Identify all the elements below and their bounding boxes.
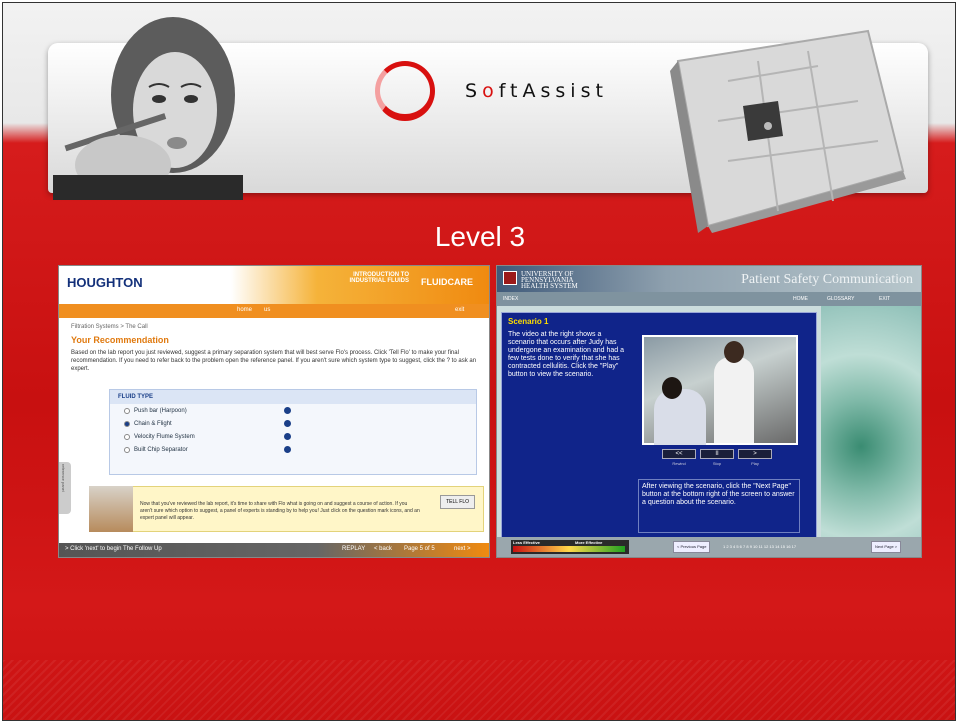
page-indicator: Page 5 of 5 <box>404 546 435 552</box>
reference-panel-label: reference panel <box>61 464 66 492</box>
houghton-course-screenshot: HOUGHTON INTRODUCTION TO INDUSTRIAL FLUI… <box>58 265 490 558</box>
decorative-side-image <box>821 306 921 540</box>
doctor-figure <box>714 357 754 443</box>
help-question-icon[interactable] <box>284 433 291 440</box>
penn-nav: INDEX HOME GLOSSARY EXIT <box>497 292 921 306</box>
houghton-logo: HOUGHTON <box>67 275 143 290</box>
breadcrumb: Filtration Systems > The Call <box>71 324 148 330</box>
meter-label-more: More Effective <box>575 540 603 545</box>
play-label: Play <box>751 461 759 466</box>
patient-head <box>662 377 682 399</box>
help-question-icon[interactable] <box>284 446 291 453</box>
course-title: Patient Safety Communication <box>741 272 913 287</box>
nav-index[interactable]: INDEX <box>503 296 518 302</box>
next-hint: > Click 'next' to begin The Follow Up <box>65 546 162 552</box>
course-footer: > Click 'next' to begin The Follow Up RE… <box>59 543 489 557</box>
expert-callout: Now that you've reviewed the lab report,… <box>89 486 484 532</box>
nav-exit[interactable]: exit <box>455 307 464 313</box>
help-question-icon[interactable] <box>284 407 291 414</box>
level-title: Level 3 <box>434 221 526 252</box>
stop-label: Stop <box>712 461 722 466</box>
penn-footer: Less Effective More Effective < Previous… <box>497 537 921 557</box>
option-label: Velocity Flume System <box>134 433 195 440</box>
nav-home[interactable]: HOME <box>793 296 808 302</box>
course-content: Filtration Systems > The Call Your Recom… <box>59 318 489 389</box>
stop-button[interactable]: II <box>700 449 734 459</box>
radio-button[interactable] <box>124 407 130 414</box>
option-label: Chain & Flight <box>134 420 172 427</box>
nav-home[interactable]: home <box>237 307 252 313</box>
logo-ring-icon <box>375 61 435 121</box>
background-hatch <box>3 660 955 720</box>
expert-message: Now that you've reviewed the lab report,… <box>140 501 420 521</box>
next-page-button[interactable]: Next Page > <box>871 541 902 553</box>
radio-button[interactable] <box>124 446 130 453</box>
scenario-text: The video at the right shows a scenario … <box>508 331 624 378</box>
replay-button[interactable]: REPLAY <box>342 546 365 552</box>
page-heading: Your Recommendation <box>71 335 169 345</box>
patient-figure <box>654 389 706 445</box>
previous-page-button[interactable]: < Previous Page <box>673 541 711 553</box>
option-row[interactable]: Built Chip Separator <box>110 443 476 456</box>
meter-label-less: Less Effective <box>513 540 540 545</box>
reference-panel-tab[interactable]: reference panel <box>59 462 71 514</box>
radio-button[interactable] <box>124 433 130 440</box>
fluid-type-panel: FLUID TYPE Push bar (Harpoon) Chain & Fl… <box>109 389 477 475</box>
tell-flo-button[interactable]: TELL FLO <box>440 495 475 509</box>
effectiveness-meter: Less Effective More Effective <box>511 540 629 554</box>
rewind-button[interactable]: << <box>662 449 696 459</box>
video-controls: << II > <box>662 449 772 459</box>
logo-text: SoftAssist <box>465 80 608 102</box>
course-title: INTRODUCTION TO INDUSTRIAL FLUIDS <box>349 272 409 284</box>
instruction-text: Based on the lab report you just reviewe… <box>71 350 477 372</box>
option-row[interactable]: Velocity Flume System <box>110 430 476 443</box>
next-button[interactable]: next > <box>454 546 471 552</box>
back-button[interactable]: < back <box>374 546 392 552</box>
university-name: UNIVERSITY OF PENNSYLVANIA HEALTH SYSTEM <box>521 270 578 290</box>
option-row[interactable]: Push bar (Harpoon) <box>110 404 476 417</box>
after-viewing-text: After viewing the scenario, click the "N… <box>638 479 800 533</box>
fluidcare-logo: FLUIDCARE <box>421 277 473 287</box>
play-button[interactable]: > <box>738 449 772 459</box>
page-numbers[interactable]: 1 2 3 4 5 6 7 8 9 10 11 12 13 14 15 16 1… <box>723 544 796 549</box>
option-label: Push bar (Harpoon) <box>134 407 187 414</box>
expert-avatar <box>89 486 133 532</box>
slide: SoftAssist Level 3 HOUGHTON INTRODUCTION… <box>2 2 956 721</box>
option-row[interactable]: Chain & Flight <box>110 417 476 430</box>
radio-button-selected[interactable] <box>124 420 130 427</box>
puzzle-image <box>670 29 906 233</box>
softassist-logo: SoftAssist <box>375 61 608 121</box>
course-nav: home us exit <box>59 304 489 318</box>
scenario-title: Scenario 1 <box>508 317 549 326</box>
fluid-type-label: FLUID TYPE <box>110 390 476 404</box>
nav-exit[interactable]: EXIT <box>879 296 890 302</box>
nav-save[interactable]: us <box>264 307 270 313</box>
meter-bar <box>513 546 625 552</box>
penn-header: UNIVERSITY OF PENNSYLVANIA HEALTH SYSTEM… <box>497 266 921 292</box>
doctor-head <box>724 341 744 363</box>
option-label: Built Chip Separator <box>134 446 188 453</box>
scenario-video[interactable] <box>642 335 798 445</box>
penn-shield-icon <box>503 271 517 285</box>
woman-thinking-image <box>53 17 243 200</box>
rewind-label: Rewind <box>672 461 686 466</box>
penn-course-screenshot: UNIVERSITY OF PENNSYLVANIA HEALTH SYSTEM… <box>496 265 922 558</box>
nav-glossary[interactable]: GLOSSARY <box>827 296 854 302</box>
course-header: HOUGHTON INTRODUCTION TO INDUSTRIAL FLUI… <box>59 266 489 304</box>
scenario-panel: Scenario 1 The video at the right shows … <box>501 312 817 538</box>
video-control-labels: Rewind Stop Play <box>662 461 772 466</box>
help-question-icon[interactable] <box>284 420 291 427</box>
